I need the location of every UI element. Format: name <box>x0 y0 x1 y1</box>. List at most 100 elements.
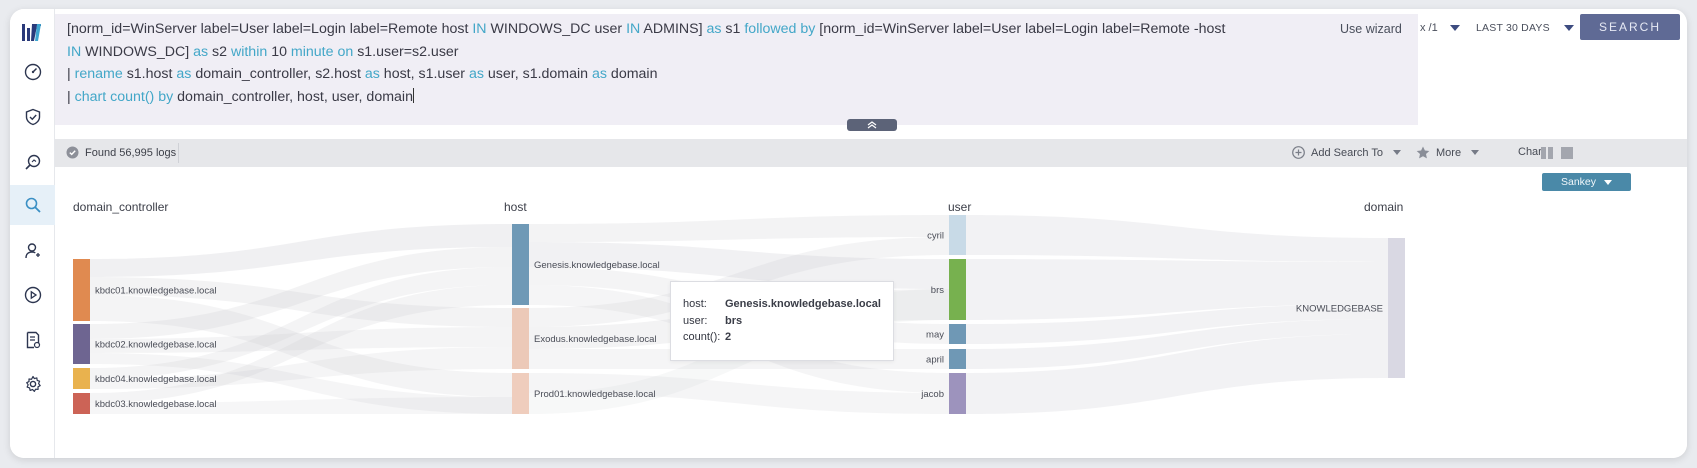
query-editor[interactable]: [norm_id=WinServer label=User label=Logi… <box>55 14 1418 125</box>
sankey-node-label: may <box>926 330 944 341</box>
text-cursor <box>412 87 414 103</box>
add-search-to-button[interactable]: Add Search To <box>1292 146 1401 159</box>
tooltip-key: user: <box>683 315 708 327</box>
sankey-node <box>73 368 90 389</box>
search-icon <box>25 197 41 213</box>
query-text[interactable]: [norm_id=WinServer label=User label=Logi… <box>67 18 1347 108</box>
query-keyword: as <box>592 66 607 82</box>
sankey-node <box>73 324 90 364</box>
query-token: | <box>67 66 75 82</box>
tooltip-value: brs <box>725 315 743 327</box>
results-toolbar: Found 56,995 logs Add Search To More Cha… <box>55 139 1687 167</box>
query-token: domain_controller, s2.host <box>191 66 365 82</box>
query-keyword: IN <box>626 21 641 37</box>
query-token: domain <box>606 66 658 82</box>
found-logs-text: Found 56,995 logs <box>85 146 177 159</box>
query-token: s1 <box>721 21 745 37</box>
sankey-node <box>512 308 529 369</box>
query-keyword: minute <box>290 43 334 60</box>
sankey-node <box>949 349 966 369</box>
nav-reports[interactable] <box>10 320 55 360</box>
query-keyword: chart count() <box>74 88 155 105</box>
query-keyword: rename <box>74 66 123 82</box>
sidebar <box>10 9 55 458</box>
query-keyword: IN <box>67 43 82 60</box>
query-keyword: as <box>176 66 192 82</box>
nav-settings[interactable] <box>10 364 55 404</box>
split-view-icon[interactable] <box>1541 147 1553 159</box>
tooltip-key: host: <box>683 298 707 310</box>
sankey-node <box>512 373 529 414</box>
nav-search[interactable] <box>10 185 55 225</box>
query-keyword: as <box>468 66 484 82</box>
time-range-label: LAST 30 DAYS <box>1476 22 1550 34</box>
query-token: domain_controller, host, user, domain <box>173 88 413 105</box>
more-button[interactable]: More <box>1416 146 1480 159</box>
sankey-node <box>949 324 966 344</box>
search-button[interactable]: SEARCH <box>1580 14 1680 40</box>
nav-incidents[interactable] <box>10 97 55 137</box>
nav-investigate[interactable] <box>10 142 55 182</box>
found-logs-status: Found 56,995 logs <box>66 146 176 159</box>
sankey-node-label: Genesis.knowledgebase.local <box>534 260 660 271</box>
tooltip-value: 2 <box>725 331 732 343</box>
full-view-icon[interactable] <box>1561 147 1573 159</box>
sankey-node <box>512 224 529 305</box>
sankey-node-label: Prod01.knowledgebase.local <box>534 389 655 400</box>
use-wizard-link[interactable]: Use wizard <box>1340 22 1402 36</box>
magnifier-analytics-icon <box>24 154 40 170</box>
tooltip-value: Genesis.knowledgebase.local <box>725 298 881 310</box>
query-token: host, s1.user <box>379 66 469 82</box>
query-token: [norm_id=WinServer label=User label=Logi… <box>815 21 1226 37</box>
query-keyword: followed by <box>744 21 816 37</box>
chart-area: Sankey domain_controller host user domai… <box>55 167 1687 458</box>
sankey-node-label: april <box>926 355 944 366</box>
query-keyword: as <box>364 66 380 82</box>
query-keyword: IN <box>472 21 487 37</box>
tooltip-row-host: host: Genesis.knowledgebase.local <box>683 298 881 310</box>
query-keyword: as <box>193 43 209 60</box>
sankey-node-label: kbdc04.knowledgebase.local <box>95 374 216 385</box>
nav-playbooks[interactable] <box>10 275 55 315</box>
logpoint-logo <box>22 24 41 41</box>
repo-selector[interactable]: x /1 <box>1420 22 1460 34</box>
shield-check-icon <box>25 108 40 126</box>
report-document-icon <box>26 331 40 349</box>
repo-selector-label: x /1 <box>1420 22 1438 34</box>
time-range-selector[interactable]: LAST 30 DAYS <box>1476 22 1574 34</box>
chevron-down-icon <box>1449 25 1460 31</box>
sankey-node-label: kbdc03.knowledgebase.local <box>95 399 216 410</box>
query-keyword: on <box>337 43 354 60</box>
more-label: More <box>1436 146 1462 159</box>
nav-dashboard[interactable] <box>10 52 55 92</box>
sankey-node <box>949 259 966 320</box>
query-line: [norm_id=WinServer label=User label=Logi… <box>67 18 1347 41</box>
tooltip-row-user: user: brs <box>683 315 742 327</box>
play-circle-icon <box>24 286 41 304</box>
query-token: WINDOWS_DC] <box>81 43 194 60</box>
sankey-node-label: KNOWLEDGEBASE <box>1296 304 1383 315</box>
add-search-to-label: Add Search To <box>1311 146 1383 159</box>
divider <box>178 143 179 163</box>
nav-users[interactable] <box>10 231 55 271</box>
query-line: IN WINDOWS_DC] as s2 within 10 minute on… <box>67 41 1347 64</box>
sankey-link <box>966 215 1388 262</box>
dashboard-gauge-icon <box>24 63 41 81</box>
plus-circle-icon <box>1292 146 1305 159</box>
query-keyword: within <box>230 43 268 60</box>
sankey-node <box>73 393 90 414</box>
gear-icon <box>25 375 41 392</box>
sankey-node-label: jacob <box>920 389 944 400</box>
star-icon <box>1416 146 1430 159</box>
chevron-double-up-icon <box>867 121 877 129</box>
sankey-node-label: Exodus.knowledgebase.local <box>534 334 657 345</box>
chevron-down-icon <box>1563 25 1574 31</box>
query-token: WINDOWS_DC user <box>486 21 627 37</box>
query-line: | rename s1.host as domain_controller, s… <box>67 63 1347 86</box>
sankey-link <box>529 215 949 242</box>
collapse-query-button[interactable] <box>847 119 897 131</box>
sankey-node <box>949 215 966 255</box>
check-circle-icon <box>66 146 79 159</box>
query-token: s2 <box>208 43 231 60</box>
tooltip-key: count(): <box>683 331 721 343</box>
